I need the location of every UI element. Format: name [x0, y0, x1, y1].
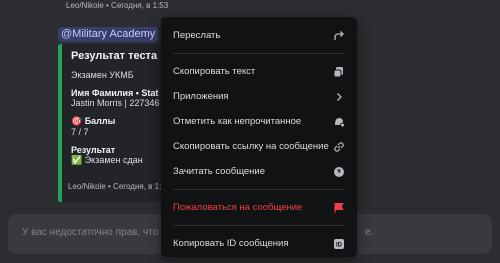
menu-item-copy-id[interactable]: Копировать ID сообщения ID [169, 231, 349, 256]
menu-item-report[interactable]: Пожаловаться на сообщение [169, 195, 349, 220]
input-placeholder-tail: е. [365, 227, 374, 238]
speak-icon [333, 166, 345, 178]
forward-icon [333, 30, 345, 42]
mark-unread-icon [333, 116, 345, 128]
message-footer-top: Leo/Nikole • Сегодня, в 1:53 [66, 1, 169, 10]
flag-icon [333, 202, 345, 214]
message-context-menu: Переслать Скопировать текст Приложения О… [161, 17, 357, 257]
menu-item-copy-text[interactable]: Скопировать текст [169, 59, 349, 84]
message-footer-bottom: Leo/Nikole • Сегодня, в 1:53 [68, 182, 171, 191]
embed-card: Результат теста Экзамен УКМБ Имя Фамилия… [58, 44, 178, 202]
menu-item-apps[interactable]: Приложения [169, 84, 349, 109]
menu-item-forward[interactable]: Переслать [169, 23, 349, 48]
menu-item-copy-link[interactable]: Скопировать ссылку на сообщение [169, 134, 349, 159]
input-placeholder: У вас недостаточно прав, что [22, 227, 159, 238]
id-icon: ID [333, 238, 345, 250]
role-mention[interactable]: @Military Academy [58, 27, 159, 42]
menu-item-speak[interactable]: Зачитать сообщение [169, 159, 349, 184]
copy-icon [333, 66, 345, 78]
link-icon [333, 141, 345, 153]
chevron-right-icon [333, 91, 345, 103]
menu-item-mark-unread[interactable]: Отметить как непрочитанное [169, 109, 349, 134]
svg-text:ID: ID [336, 242, 343, 248]
